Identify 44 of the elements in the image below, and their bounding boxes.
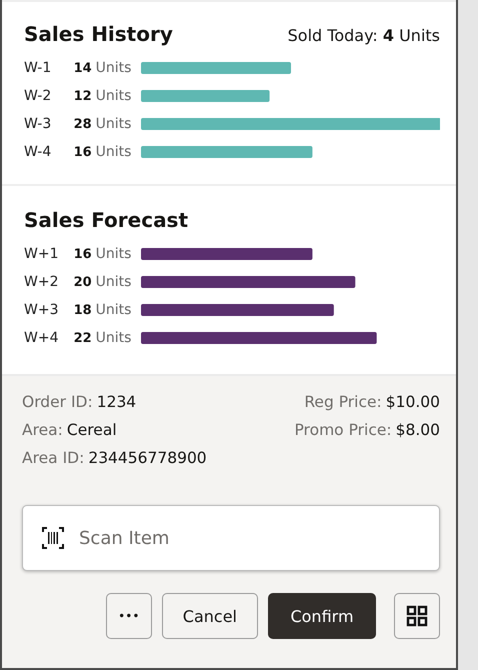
units-count: 22 [72,330,92,346]
detail-label: Area ID: [22,449,84,467]
units-label: Units [96,116,132,132]
week-label: W+3 [24,302,60,318]
detail-label: Order ID: [22,393,93,411]
units-label: Units [96,88,132,104]
units-count: 20 [72,274,92,290]
sold-today-text: Sold Today: 4 Units [288,26,440,45]
units-count: 12 [72,88,92,104]
units-label: Units [96,330,132,346]
units-count: 28 [72,116,92,132]
detail-label: Area: [22,421,63,439]
grid-button[interactable] [394,593,440,639]
units-label: Units [96,60,132,76]
week-label: W+4 [24,330,60,346]
units-count: 14 [72,60,92,76]
units-count: 18 [72,302,92,318]
units-label: Units [96,302,132,318]
week-label: W+1 [24,246,60,262]
detail-value: 1234 [96,393,136,411]
units-label: Units [96,274,132,290]
section-title: Sales History [24,22,173,46]
barcode-icon [42,527,64,549]
detail-value: Cereal [66,421,117,439]
confirm-button[interactable]: Confirm [268,593,376,639]
more-button[interactable]: ••• [106,593,152,639]
grid-icon [406,605,428,627]
detail-value: 234456778900 [88,449,207,467]
week-label: W+2 [24,274,60,290]
units-count: 16 [72,246,92,262]
cancel-button[interactable]: Cancel [162,593,258,639]
detail-label: Promo Price: [294,421,392,439]
week-label: W-2 [24,88,52,104]
detail-label: Reg Price: [304,393,382,411]
detail-value: $8.00 [396,421,440,439]
units-count: 16 [72,144,92,160]
units-label: Units [96,246,132,262]
scan-field[interactable]: Scan Item [22,505,440,571]
week-label: W-3 [24,116,52,132]
units-label: Units [96,144,132,160]
week-label: W-4 [24,144,52,160]
week-label: W-1 [24,60,52,76]
detail-value: $10.00 [386,393,440,411]
section-title: Sales Forecast [24,208,188,232]
